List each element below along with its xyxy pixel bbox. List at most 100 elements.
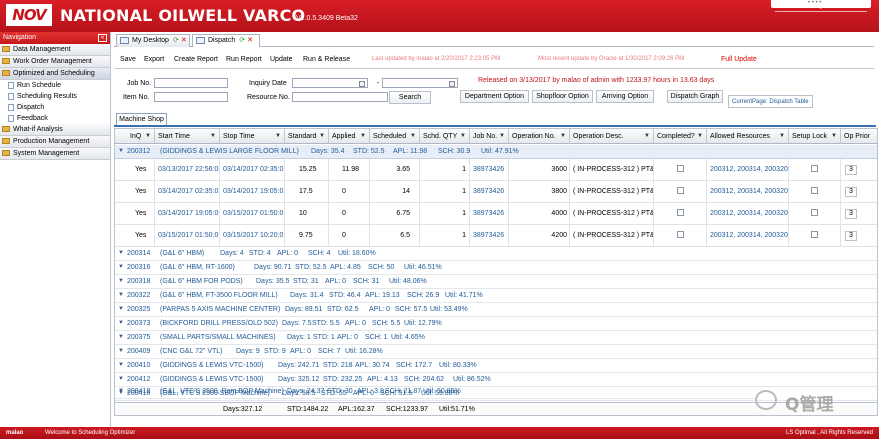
setup-lock-checkbox[interactable] xyxy=(811,209,818,216)
item-no-field[interactable] xyxy=(154,92,228,102)
table-row[interactable]: Yes 03/15/2017 01:50:01 03/15/2017 10:20… xyxy=(115,225,877,247)
stop-time-cell[interactable]: 03/14/2017 19:05:01 xyxy=(220,181,285,202)
run-report-button[interactable]: Run Report xyxy=(226,56,262,63)
close-icon[interactable]: ✕ xyxy=(247,37,253,44)
group-row[interactable]: ▼ 200410 (GIDDINGS & LEWIS VTC-1500) Days: … xyxy=(115,359,877,373)
save-button[interactable]: Save xyxy=(120,56,136,63)
col-setup-lock[interactable]: Setup Lock ▼ xyxy=(789,129,841,144)
priority-input[interactable]: 3 xyxy=(845,187,857,197)
setup-lock-checkbox[interactable] xyxy=(811,231,818,238)
refresh-icon[interactable]: ⟳ xyxy=(239,37,245,44)
group-row-expanded[interactable]: ▼ 200312 (GIDDINGS & LEWIS LARGE FLOOR M… xyxy=(115,145,877,159)
job-no-cell[interactable]: 38973426 xyxy=(470,225,509,246)
run-release-button[interactable]: Run & Release xyxy=(303,56,350,63)
nav-item-scheduling-results[interactable]: Scheduling Results xyxy=(0,91,110,102)
logout-link[interactable]: Logout xyxy=(811,2,832,9)
inquiry-date-from-field[interactable] xyxy=(292,78,368,88)
group-row[interactable]: ▼ 200409 (CNC G&L 72" VTL) Days: 9 STD: 9 APL… xyxy=(115,345,877,359)
start-time-cell[interactable]: 03/14/2017 19:05:01 xyxy=(155,203,220,224)
shopfloor-option-button[interactable]: Shopfloor Option xyxy=(532,90,593,103)
filter-icon[interactable]: ▼ xyxy=(831,129,837,144)
start-time-cell[interactable]: 03/15/2017 01:50:01 xyxy=(155,225,220,246)
group-row[interactable]: ▼ 200314 (G&L 6" HBM) Days: 4 STD: 4 APL: 0 SC… xyxy=(115,247,877,261)
job-no-cell[interactable]: 38973426 xyxy=(470,159,509,180)
expand-arrow-icon[interactable]: ▼ xyxy=(118,345,124,358)
full-update-link[interactable]: Full Update xyxy=(721,56,757,63)
col-stop-time[interactable]: Stop Time ▼ xyxy=(220,129,285,144)
filter-icon[interactable]: ▼ xyxy=(145,129,151,144)
priority-input[interactable]: 3 xyxy=(845,231,857,241)
create-report-button[interactable]: Create Report xyxy=(174,56,218,63)
resources-cell[interactable]: 200312, 200314, 200320 xyxy=(707,225,789,246)
tab-dispatch[interactable]: Dispatch ⟳ ✕ xyxy=(192,34,260,47)
col-operation-no[interactable]: Operation No. ▼ xyxy=(509,129,570,144)
expand-arrow-icon[interactable]: ▼ xyxy=(118,359,124,372)
table-row[interactable]: Yes 03/14/2017 19:05:01 03/15/2017 01:50… xyxy=(115,203,877,225)
filter-icon[interactable]: ▼ xyxy=(210,129,216,144)
col-standard[interactable]: Standard ▼ xyxy=(285,129,329,144)
group-row[interactable]: ▼ 200322 (G&L 6" HBM, FT-3500 FLOOR MILL) D… xyxy=(115,289,877,303)
group-row[interactable]: ▼ 200316 (G&L 6" HBM, RT-1600) Days: 90.71 S… xyxy=(115,261,877,275)
col-start-time[interactable]: Start Time ▼ xyxy=(155,129,220,144)
filter-icon[interactable]: ▼ xyxy=(275,129,281,144)
expand-arrow-icon[interactable]: ▼ xyxy=(118,261,124,274)
calendar-icon[interactable] xyxy=(359,81,365,87)
col-scheduled[interactable]: Scheduled ▼ xyxy=(370,129,420,144)
filter-icon[interactable]: ▼ xyxy=(644,129,650,144)
expand-arrow-icon[interactable]: ▼ xyxy=(118,275,124,288)
filter-icon[interactable]: ▼ xyxy=(360,129,366,144)
completed-checkbox[interactable] xyxy=(677,187,684,194)
search-button[interactable]: Search xyxy=(389,91,431,104)
filter-icon[interactable]: ▼ xyxy=(410,129,416,144)
filter-icon[interactable]: ▼ xyxy=(560,129,566,144)
group-row[interactable]: ▼ 200375 (SMALL PARTS/SMALL MACHINES) Days:… xyxy=(115,331,877,345)
expand-arrow-icon[interactable]: ▼ xyxy=(118,289,124,302)
col-op-prior[interactable]: Op Prior xyxy=(841,129,877,144)
col-applied[interactable]: Applied ▼ xyxy=(329,129,370,144)
resources-cell[interactable]: 200312, 200314, 200320 xyxy=(707,181,789,202)
update-button[interactable]: Update xyxy=(270,56,293,63)
col-completed[interactable]: Completed? ▼ xyxy=(654,129,707,144)
filter-icon[interactable]: ▼ xyxy=(779,129,785,144)
col-operation-desc[interactable]: Operation Desc. ▼ xyxy=(570,129,654,144)
expand-arrow-icon[interactable]: ▼ xyxy=(118,317,124,330)
col-schd-qty[interactable]: Schd. QTY ▼ xyxy=(420,129,470,144)
calendar-icon[interactable] xyxy=(449,81,455,87)
collapse-arrow-icon[interactable]: ▼ xyxy=(118,145,124,158)
nav-group-data-management[interactable]: Data Management xyxy=(0,44,110,56)
expand-arrow-icon[interactable]: ▼ xyxy=(118,331,124,344)
filter-icon[interactable]: ▼ xyxy=(460,129,466,144)
job-no-field[interactable] xyxy=(154,78,228,88)
tab-my-desktop[interactable]: My Desktop ⟳ ✕ xyxy=(116,34,190,47)
resources-cell[interactable]: 200312, 200314, 200320 xyxy=(707,203,789,224)
resource-no-field[interactable] xyxy=(292,92,388,102)
job-no-cell[interactable]: 38973426 xyxy=(470,181,509,202)
group-row[interactable]: ▼ 200418 (G&L, VTC'S 2500, Ram BOP Machine… xyxy=(115,385,755,399)
close-icon[interactable]: ✕ xyxy=(181,37,187,44)
password-link[interactable]: Password xyxy=(776,2,807,9)
col-inq[interactable]: InQ ▼ xyxy=(127,129,155,144)
group-row[interactable]: ▼ 200373 (BICKFORD DRILL PRESS/OLD 502) Day… xyxy=(115,317,877,331)
start-time-cell[interactable]: 03/14/2017 02:35:01 xyxy=(155,181,220,202)
expand-arrow-icon[interactable]: ▼ xyxy=(118,247,124,260)
setup-lock-checkbox[interactable] xyxy=(811,187,818,194)
filter-icon[interactable]: ▼ xyxy=(499,129,505,144)
nav-group-what-if-analysis[interactable]: What-if Analysis xyxy=(0,124,110,136)
col-allowed-resources[interactable]: Allowed Resources ▼ xyxy=(707,129,789,144)
group-row[interactable]: ▼ 200325 (PARPAS 5 AXIS MACHINE CENTER) Day… xyxy=(115,303,877,317)
nav-item-run-schedule[interactable]: Run Schedule xyxy=(0,80,110,91)
nav-group-optimized-and-scheduling[interactable]: Optimized and Scheduling xyxy=(0,68,110,80)
filter-icon[interactable]: ▼ xyxy=(697,129,703,144)
completed-checkbox[interactable] xyxy=(677,165,684,172)
arriving-option-button[interactable]: Arriving Option xyxy=(596,90,654,103)
setup-lock-checkbox[interactable] xyxy=(811,165,818,172)
nav-group-system-management[interactable]: System Management xyxy=(0,148,110,160)
completed-checkbox[interactable] xyxy=(677,231,684,238)
col-job-no[interactable]: Job No. ▼ xyxy=(470,129,509,144)
stop-time-cell[interactable]: 03/15/2017 10:20:01 xyxy=(220,225,285,246)
stop-time-cell[interactable]: 03/14/2017 02:35:01 xyxy=(220,159,285,180)
dispatch-graph-button[interactable]: Dispatch Graph xyxy=(667,90,723,103)
expand-arrow-icon[interactable]: ▼ xyxy=(118,385,124,398)
filter-icon[interactable]: ▼ xyxy=(319,129,325,144)
export-button[interactable]: Export xyxy=(144,56,164,63)
